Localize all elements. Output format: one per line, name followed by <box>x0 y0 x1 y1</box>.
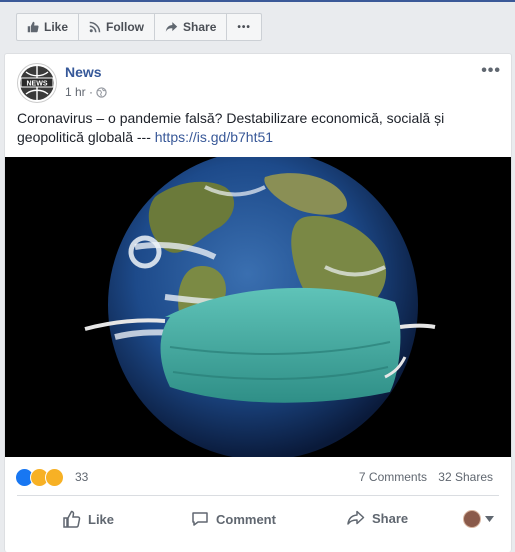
post-text: Coronavirus – o pandemie falsă? Destabil… <box>17 109 497 147</box>
share-arrow-icon <box>165 22 178 32</box>
page-action-bar: Like Follow Share ••• <box>16 13 262 41</box>
earth-with-mask-image <box>5 157 511 457</box>
post-link[interactable]: https://is.gd/b7ht51 <box>155 129 273 145</box>
post-action-row: Like Comment Share <box>15 501 501 535</box>
post-author[interactable]: News <box>65 64 102 80</box>
rss-icon <box>89 21 101 33</box>
page-follow-label: Follow <box>106 20 145 34</box>
shares-count[interactable]: 32 Shares <box>438 470 493 484</box>
avatar-text: NEWS <box>27 81 48 88</box>
divider <box>17 495 499 496</box>
like-label: Like <box>88 511 115 527</box>
sad-reaction-icon <box>45 468 64 487</box>
post-image[interactable] <box>5 157 511 457</box>
viewer-selector[interactable] <box>463 510 494 528</box>
reaction-count[interactable]: 33 <box>75 470 88 484</box>
share-label: Share <box>372 510 409 526</box>
page-like-button[interactable]: Like <box>17 14 80 40</box>
chevron-down-icon <box>485 516 494 522</box>
comment-button[interactable]: Comment <box>191 510 276 528</box>
reactions-summary: 33 7 Comments 32 Shares <box>15 466 501 488</box>
globe-icon <box>96 86 107 98</box>
comment-icon <box>192 512 208 526</box>
share-button[interactable]: Share <box>347 510 408 526</box>
page-avatar[interactable]: NEWS <box>17 63 57 103</box>
thumbs-up-icon <box>63 510 81 528</box>
engagement-counts: 7 Comments 32 Shares <box>351 470 493 484</box>
post-options-button[interactable]: ••• <box>481 62 501 80</box>
page-more-button[interactable]: ••• <box>227 14 261 40</box>
post-meta: 1 hr · <box>65 85 107 99</box>
thumbs-up-icon <box>27 21 39 33</box>
more-dots-icon: ••• <box>237 21 251 33</box>
page-like-label: Like <box>44 20 69 34</box>
post-time[interactable]: 1 hr · <box>65 85 93 99</box>
page-share-button[interactable]: Share <box>155 14 228 40</box>
page-share-label: Share <box>183 20 217 34</box>
share-arrow-icon <box>347 510 365 525</box>
comments-count[interactable]: 7 Comments <box>359 470 427 484</box>
post-card: NEWS News 1 hr · ••• Coronavirus – o pan… <box>4 53 512 552</box>
like-button[interactable]: Like <box>63 510 114 528</box>
viewer-avatar <box>463 510 481 528</box>
comment-label: Comment <box>216 511 276 527</box>
news-logo-icon: NEWS <box>20 66 54 100</box>
page-follow-button[interactable]: Follow <box>79 14 156 40</box>
top-bar-edge <box>0 0 515 2</box>
reaction-icons[interactable] <box>15 468 64 487</box>
